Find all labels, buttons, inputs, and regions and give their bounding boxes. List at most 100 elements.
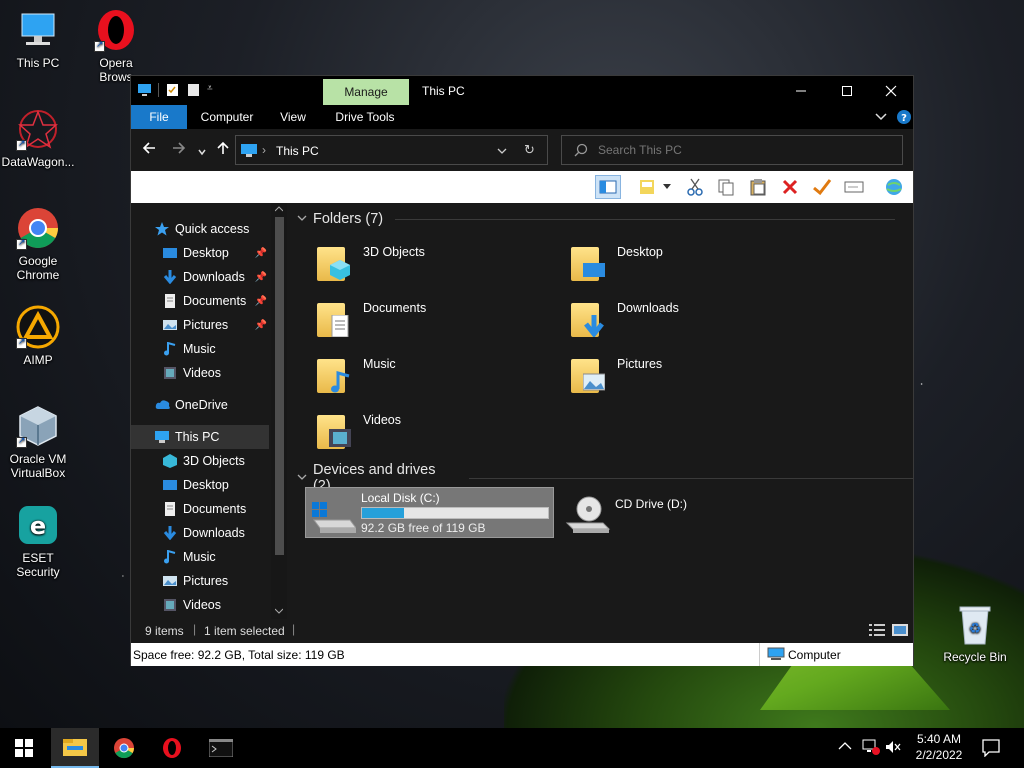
maximize-button[interactable] xyxy=(824,76,870,105)
copy-icon[interactable] xyxy=(713,175,739,199)
nav-this-pc[interactable]: This PC xyxy=(131,425,269,449)
tab-drive-tools[interactable]: Drive Tools xyxy=(329,105,401,129)
taskbar-chrome[interactable] xyxy=(100,728,148,768)
manage-tab[interactable]: Manage xyxy=(323,79,409,105)
file-explorer-icon xyxy=(63,739,87,756)
search-box[interactable] xyxy=(561,135,903,165)
pin-icon[interactable]: 📌 xyxy=(255,296,267,307)
taskbar-opera[interactable] xyxy=(148,728,196,768)
delete-icon[interactable] xyxy=(777,175,803,199)
folders-group-header[interactable]: Folders (7) xyxy=(297,211,896,227)
pin-icon[interactable]: 📌 xyxy=(255,272,267,283)
desktop-icon-recycle-bin[interactable]: ♻ Recycle Bin xyxy=(937,602,1013,664)
address-bar[interactable]: › This PC ↻ xyxy=(235,135,548,165)
folder-item[interactable]: 3D Objects xyxy=(315,239,545,289)
videos-folder-icon xyxy=(163,366,177,380)
nav-quick-access[interactable]: Quick access xyxy=(155,217,287,241)
folder-item[interactable]: Desktop xyxy=(569,239,799,289)
desktop-icon-datawagon[interactable]: DataWagon... xyxy=(0,107,76,169)
breadcrumb[interactable]: This PC xyxy=(276,144,319,158)
new-folder-icon[interactable] xyxy=(186,83,201,97)
nav-quick-videos[interactable]: Videos xyxy=(163,361,269,385)
minimize-button[interactable] xyxy=(778,76,824,105)
desktop-icon-aimp[interactable]: AIMP xyxy=(0,305,76,367)
customize-qa-icon[interactable]: ⩡ xyxy=(207,83,215,97)
system-clock[interactable]: 5:40 AM 2/2/2022 xyxy=(904,731,974,763)
notes-icon[interactable] xyxy=(634,175,660,199)
folder-item[interactable]: Downloads xyxy=(569,295,799,345)
select-all-check-icon[interactable] xyxy=(809,175,835,199)
expand-ribbon-chevron-icon[interactable] xyxy=(871,105,891,129)
nav-quick-pictures[interactable]: Pictures 📌 xyxy=(163,313,269,337)
help-icon[interactable]: ? xyxy=(894,105,914,129)
nav-quick-downloads[interactable]: Downloads 📌 xyxy=(163,265,269,289)
large-icons-view-icon[interactable] xyxy=(892,624,908,639)
nav-pc-music[interactable]: Music xyxy=(163,545,269,569)
nav-pc-downloads[interactable]: Downloads xyxy=(163,521,269,545)
dropdown-arrow-icon[interactable] xyxy=(661,175,673,199)
nav-scrollbar[interactable] xyxy=(271,203,287,619)
taskbar-file-explorer[interactable] xyxy=(51,728,99,768)
address-dropdown-icon[interactable] xyxy=(497,144,507,158)
notifications-icon[interactable] xyxy=(982,739,1000,760)
desktop-icon-chrome[interactable]: Google Chrome xyxy=(0,206,76,282)
forward-arrow-icon[interactable] xyxy=(172,141,186,160)
pin-icon[interactable]: 📌 xyxy=(255,320,267,331)
tab-file[interactable]: File xyxy=(131,105,187,129)
refresh-icon[interactable]: ↻ xyxy=(524,142,535,158)
nav-pc-pictures[interactable]: Pictures xyxy=(163,569,269,593)
hard-disk-icon xyxy=(310,500,357,534)
drive-item-d[interactable]: CD Drive (D:) xyxy=(563,487,743,538)
collapse-chevron-icon[interactable] xyxy=(297,474,307,482)
folder-item[interactable]: Pictures xyxy=(569,351,799,401)
folder-item[interactable]: Documents xyxy=(315,295,545,345)
folder-item[interactable]: Music xyxy=(315,351,545,401)
desktop-icon-virtualbox[interactable]: Oracle VM VirtualBox xyxy=(0,404,76,480)
volume-muted-icon[interactable] xyxy=(884,739,902,758)
folder-label: Videos xyxy=(363,413,401,427)
preview-pane-icon[interactable] xyxy=(595,175,621,199)
tab-computer[interactable]: Computer xyxy=(193,105,261,129)
title-bar[interactable]: ⩡ Manage This PC xyxy=(131,76,913,105)
nav-quick-music[interactable]: Music xyxy=(163,337,269,361)
close-button[interactable] xyxy=(868,76,914,105)
nav-quick-desktop[interactable]: Desktop 📌 xyxy=(163,241,269,265)
drive-label: Local Disk (C:) xyxy=(361,491,440,505)
desktop-icon-eset[interactable]: e ESET Security xyxy=(0,503,76,579)
taskbar-terminal[interactable] xyxy=(197,728,245,768)
network-globe-icon[interactable] xyxy=(881,175,907,199)
desktop-icon-this-pc[interactable]: This PC xyxy=(0,8,76,70)
recent-locations-chevron-icon[interactable] xyxy=(198,143,206,161)
show-hidden-icons-chevron-icon[interactable] xyxy=(838,740,852,754)
nav-quick-documents[interactable]: Documents 📌 xyxy=(163,289,269,313)
nav-pc-documents[interactable]: Documents xyxy=(163,497,269,521)
nav-pc-videos[interactable]: Videos xyxy=(163,593,269,617)
back-arrow-icon[interactable] xyxy=(142,141,156,160)
properties-icon[interactable] xyxy=(165,83,180,97)
scrollbar-thumb[interactable] xyxy=(275,217,284,555)
search-input[interactable] xyxy=(598,142,888,158)
start-button[interactable] xyxy=(0,728,48,768)
tab-view[interactable]: View xyxy=(273,105,313,129)
nav-onedrive[interactable]: OneDrive xyxy=(155,393,287,417)
drive-item-c[interactable]: Local Disk (C:) 92.2 GB free of 119 GB xyxy=(305,487,554,538)
nav-pc-3d-objects[interactable]: 3D Objects xyxy=(163,449,269,473)
virtualbox-icon xyxy=(16,404,60,448)
folder-item[interactable]: Videos xyxy=(315,407,545,457)
paste-icon[interactable] xyxy=(745,175,771,199)
cut-icon[interactable] xyxy=(682,175,708,199)
details-view-icon[interactable] xyxy=(869,624,885,639)
network-icon[interactable] xyxy=(862,739,880,758)
eset-icon: e xyxy=(16,503,60,547)
desktop-icon-opera[interactable]: Opera Brows xyxy=(78,8,154,84)
collapse-chevron-icon[interactable] xyxy=(297,215,307,223)
scroll-up-icon[interactable] xyxy=(275,206,283,212)
nav-pc-desktop[interactable]: Desktop xyxy=(163,473,269,497)
desktop-icon-label: Oracle VM VirtualBox xyxy=(9,452,67,480)
videos-folder-icon xyxy=(315,407,355,451)
scroll-down-icon[interactable] xyxy=(275,608,283,614)
svg-text:e: e xyxy=(30,512,46,540)
rename-icon[interactable] xyxy=(841,175,867,199)
up-arrow-icon[interactable] xyxy=(216,141,230,160)
pin-icon[interactable]: 📌 xyxy=(255,248,267,259)
